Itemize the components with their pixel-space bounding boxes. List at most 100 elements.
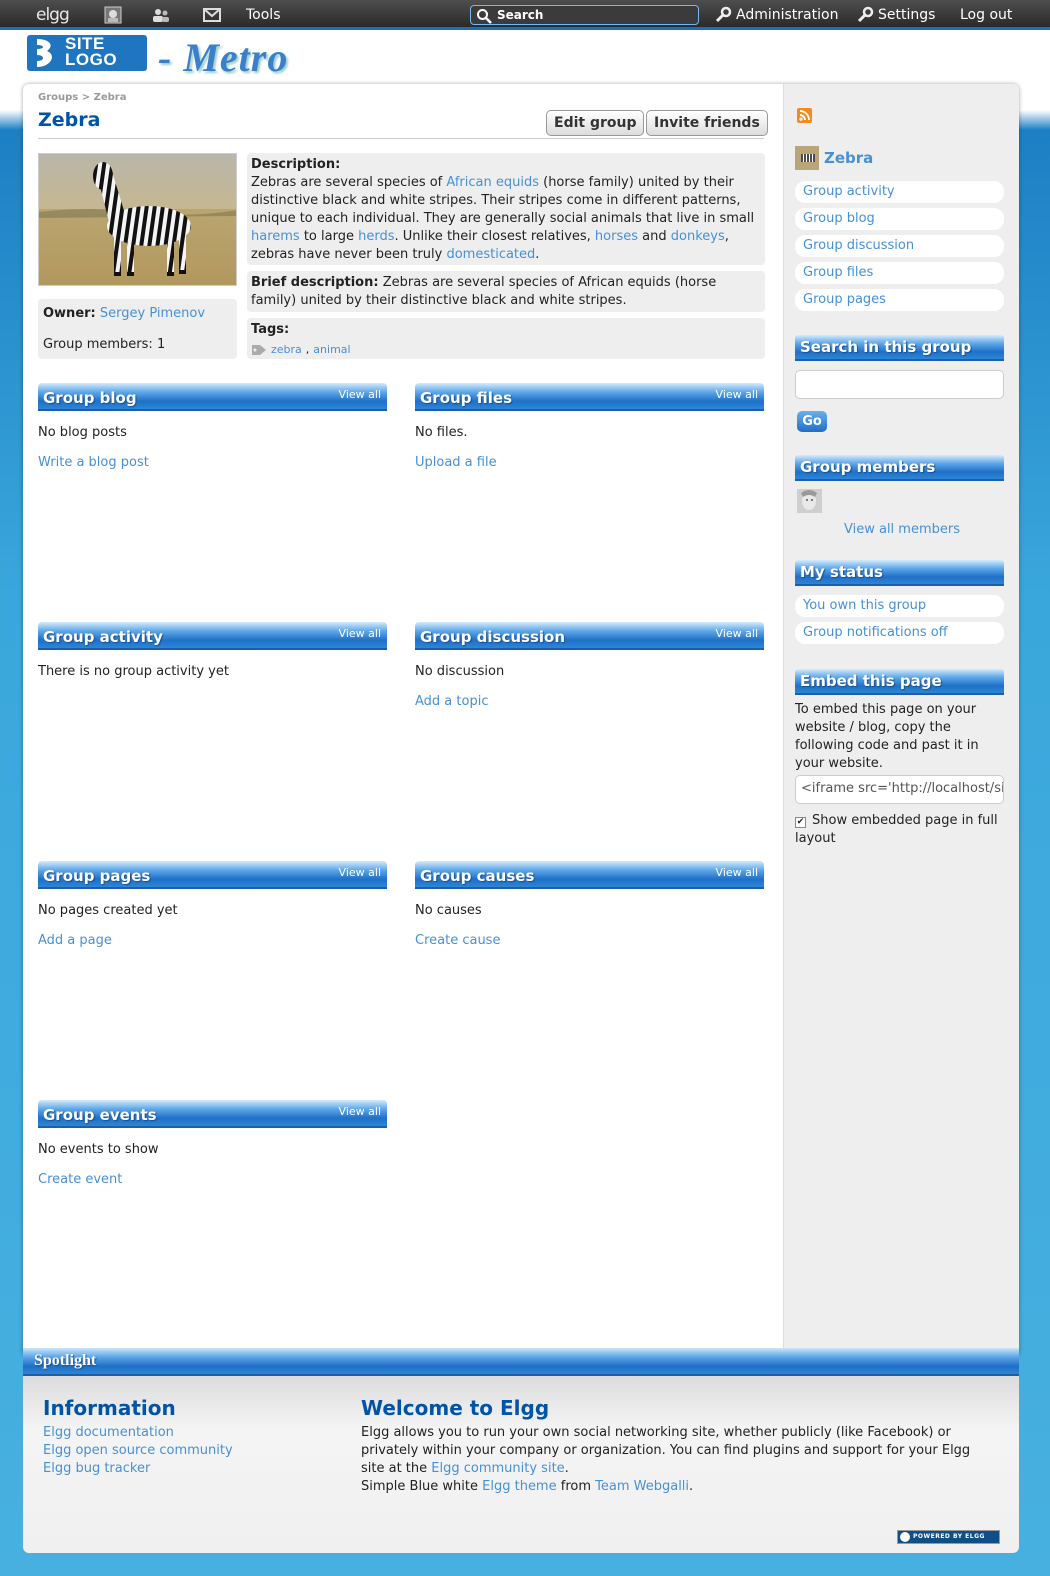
tag-zebra[interactable]: zebra — [271, 341, 302, 359]
settings-link[interactable]: Settings — [856, 0, 935, 30]
powered-by-elgg-badge[interactable]: POWERED BY ELGG — [897, 1530, 1000, 1544]
embed-code-field[interactable]: <iframe src='http://localhost/sit — [795, 775, 1004, 804]
widget-empty-text: There is no group activity yet — [38, 664, 229, 679]
sidebar-item-discussion[interactable]: Group discussion — [795, 235, 1004, 257]
rss-icon[interactable] — [797, 108, 812, 127]
sidebar-item-files[interactable]: Group files — [795, 262, 1004, 284]
sidebar: Zebra Group activity Group blog Group di… — [783, 84, 1019, 1354]
sidebar-item-activity[interactable]: Group activity — [795, 181, 1004, 203]
elgg-community-link[interactable]: Elgg open source community — [43, 1442, 233, 1460]
group-search-input[interactable] — [795, 370, 1004, 399]
search-input[interactable]: Search — [470, 5, 699, 25]
view-all-link[interactable]: View all — [339, 627, 381, 640]
widget-header: Group causes View all — [415, 861, 764, 889]
desc-text: Zebras are several species of — [251, 175, 447, 190]
add-topic-link[interactable]: Add a topic — [415, 694, 764, 709]
messages-icon[interactable] — [203, 0, 221, 30]
description-box: Description: Zebras are several species … — [247, 153, 765, 265]
upload-file-link[interactable]: Upload a file — [415, 455, 764, 470]
search-group-header: Search in this group — [795, 335, 1004, 361]
elgg-badge-icon — [900, 1532, 910, 1542]
group-pages-widget: Group pages View all No pages created yet… — [38, 861, 387, 948]
add-page-link[interactable]: Add a page — [38, 933, 387, 948]
widget-header: Group blog View all — [38, 383, 387, 411]
widget-title: Group pages — [43, 867, 151, 885]
tools-menu[interactable]: Tools — [246, 0, 281, 30]
description-label: Description: — [251, 157, 341, 172]
site-logo[interactable]: SITE LOGO — [27, 35, 147, 71]
status-own-group[interactable]: You own this group — [795, 595, 1004, 617]
sidebar-item-pages[interactable]: Group pages — [795, 289, 1004, 311]
view-all-link[interactable]: View all — [339, 388, 381, 401]
logout-link[interactable]: Log out — [960, 0, 1012, 30]
view-all-link[interactable]: View all — [339, 866, 381, 879]
view-all-link[interactable]: View all — [339, 1105, 381, 1118]
view-all-link[interactable]: View all — [716, 388, 758, 401]
search-icon — [477, 9, 492, 24]
avatar-icon[interactable] — [104, 0, 122, 30]
desc-link-donkeys[interactable]: donkeys — [671, 229, 725, 244]
member-avatar[interactable] — [797, 489, 822, 517]
tag-icon — [252, 345, 266, 355]
elgg-community-site-link[interactable]: Elgg community site — [431, 1461, 564, 1476]
create-cause-link[interactable]: Create cause — [415, 933, 764, 948]
tags-label: Tags: — [251, 322, 290, 337]
view-all-link[interactable]: View all — [716, 866, 758, 879]
administration-link[interactable]: Administration — [714, 0, 838, 30]
welcome-body: Simple Blue white — [361, 1479, 483, 1494]
widget-empty-text: No discussion — [415, 664, 505, 679]
owner-link[interactable]: Sergey Pimenov — [100, 306, 205, 321]
go-button[interactable]: Go — [797, 411, 827, 432]
brief-description-box: Brief description: Zebras are several sp… — [247, 271, 765, 312]
desc-text: and — [638, 229, 671, 244]
friends-icon[interactable] — [151, 0, 171, 30]
tag-animal[interactable]: animal — [313, 341, 350, 359]
elgg-documentation-link[interactable]: Elgg documentation — [43, 1424, 233, 1442]
full-layout-label: Show embedded page in full layout — [795, 813, 998, 846]
group-discussion-widget: Group discussion View all No discussion Ad… — [415, 622, 764, 709]
desc-link-harems[interactable]: harems — [251, 229, 300, 244]
view-all-members-link[interactable]: View all members — [844, 522, 960, 537]
edit-group-button[interactable]: Edit group — [546, 110, 645, 136]
invite-friends-button[interactable]: Invite friends — [646, 110, 768, 136]
topbar: elgg Tools Search Administration Setting… — [0, 0, 1050, 30]
widget-header: Group pages View all — [38, 861, 387, 889]
breadcrumb-groups[interactable]: Groups — [38, 92, 78, 103]
widget-empty-text: No pages created yet — [38, 903, 178, 918]
group-events-widget: Group events View all No events to show Cr… — [38, 1100, 387, 1187]
settings-label: Settings — [878, 7, 936, 23]
desc-link-horses[interactable]: horses — [595, 229, 638, 244]
spotlight-label: Spotlight — [34, 1352, 97, 1369]
tag-separator: , — [305, 343, 310, 356]
team-webgalli-link[interactable]: Team Webgalli — [595, 1479, 689, 1494]
wrench-icon — [857, 6, 874, 23]
desc-link-domesticated[interactable]: domesticated — [446, 247, 535, 262]
welcome-body: . — [564, 1461, 569, 1476]
widget-empty-text: No events to show — [38, 1142, 159, 1157]
spotlight-bar[interactable]: Spotlight — [23, 1348, 1019, 1376]
desc-text: . — [535, 247, 540, 262]
create-event-link[interactable]: Create event — [38, 1172, 387, 1187]
breadcrumb-separator: > — [81, 92, 91, 103]
wrench-icon — [715, 6, 732, 23]
widget-header: Group activity View all — [38, 622, 387, 650]
widget-title: Group files — [420, 389, 513, 407]
elgg-logo[interactable]: elgg — [36, 0, 70, 30]
tags-box: Tags: zebra, animal — [247, 318, 765, 359]
desc-text: to large — [299, 229, 359, 244]
status-notifications[interactable]: Group notifications off — [795, 622, 1004, 644]
sidebar-group-owner-block[interactable]: Zebra — [795, 146, 873, 170]
full-layout-checkbox[interactable]: ✔ — [795, 817, 806, 828]
group-blog-widget: Group blog View all No blog posts Write a … — [38, 383, 387, 470]
write-blog-post-link[interactable]: Write a blog post — [38, 455, 387, 470]
elgg-bug-tracker-link[interactable]: Elgg bug tracker — [43, 1460, 233, 1478]
widget-title: Group activity — [43, 628, 163, 646]
view-all-link[interactable]: View all — [716, 627, 758, 640]
sidebar-item-blog[interactable]: Group blog — [795, 208, 1004, 230]
tags-row: zebra, animal — [251, 341, 761, 359]
site-title[interactable]: - Metro — [158, 34, 288, 81]
desc-link-herds[interactable]: herds — [358, 229, 394, 244]
group-photo — [38, 153, 237, 286]
elgg-theme-link[interactable]: Elgg theme — [482, 1479, 556, 1494]
desc-link-african-equids[interactable]: African equids — [446, 175, 539, 190]
